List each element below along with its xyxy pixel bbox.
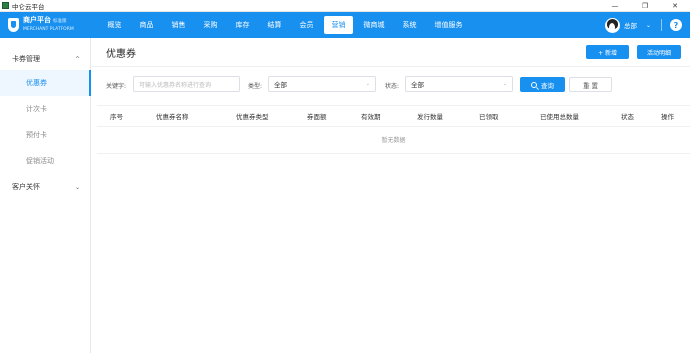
status-select-value: 全部 (411, 81, 424, 89)
avatar[interactable] (604, 17, 620, 33)
logo-version: 标准版 (53, 19, 67, 24)
nav-item-micro-mall[interactable]: 微商城 (356, 16, 392, 34)
divider (661, 19, 662, 31)
chevron-down-icon: ⌄ (74, 183, 80, 191)
column-header-index: 序号 (110, 113, 123, 121)
maximize-button[interactable]: ❐ (630, 0, 660, 12)
minimize-button[interactable]: — (600, 0, 630, 12)
page-title: 优惠券 (106, 49, 136, 60)
column-header-face-value: 券面额 (307, 113, 327, 121)
nav-item-settlement[interactable]: 结算 (260, 16, 289, 34)
column-header-coupon-name: 优惠券名称 (156, 113, 189, 121)
sidebar-group-label: 客户关怀 (12, 183, 40, 191)
column-header-issued-quantity: 发行数量 (417, 113, 443, 121)
sidebar-group-customer-care[interactable]: 客户关怀 ⌄ (0, 176, 90, 198)
chevron-up-icon: ^ (74, 55, 80, 63)
sidebar-item-prepaid-card[interactable]: 预付卡 (0, 122, 90, 148)
type-select-value: 全部 (274, 81, 287, 89)
sidebar-group-label: 卡券管理 (12, 55, 40, 63)
logo-subtitle: MERCHANT PLATFORM (23, 27, 74, 32)
nav-item-value-added[interactable]: 增值服务 (427, 16, 470, 34)
user-name[interactable]: 总部 (624, 20, 637, 30)
divider (91, 66, 690, 67)
window-title: 中仑云平台 (12, 2, 45, 11)
logo[interactable]: 商户平台 标准版 MERCHANT PLATFORM (8, 16, 74, 34)
type-label: 类型: (248, 83, 263, 90)
shield-logo-icon (8, 18, 19, 32)
table-empty-state: 暂无数据 (97, 127, 690, 154)
sidebar-item-coupons[interactable]: 优惠券 (0, 70, 91, 96)
window-titlebar: 中仑云平台 — ❐ ✕ (0, 0, 690, 12)
reset-button[interactable]: 重 置 (569, 77, 612, 92)
app-icon (2, 2, 9, 9)
sidebar-item-label: 促销活动 (26, 157, 54, 165)
window-controls: — ❐ ✕ (600, 0, 690, 12)
close-button[interactable]: ✕ (660, 0, 690, 12)
sidebar: 卡券管理 ^ 优惠券 计次卡 预付卡 促销活动 客户关怀 ⌄ (0, 38, 91, 353)
sidebar-item-label: 预付卡 (26, 131, 47, 139)
column-header-validity: 有效期 (361, 113, 381, 121)
column-header-actions: 操作 (661, 113, 674, 121)
activity-details-button[interactable]: 活动明细 (637, 45, 681, 59)
help-icon[interactable]: ? (670, 19, 682, 31)
table-header: 序号 优惠券名称 优惠券类型 券面额 有效期 发行数量 已领取 已使用总数量 状… (97, 105, 690, 127)
chevron-down-icon: ⌄ (502, 81, 507, 87)
type-select[interactable]: 全部 ⌄ (268, 76, 376, 92)
user-menu[interactable]: 总部 ⌄ ? (604, 12, 690, 38)
nav-item-system[interactable]: 系统 (395, 16, 424, 34)
sidebar-item-label: 计次卡 (26, 105, 47, 113)
logo-text: 商户平台 标准版 MERCHANT PLATFORM (23, 16, 74, 34)
status-label: 状态: (385, 83, 400, 90)
nav-item-products[interactable]: 商品 (132, 16, 161, 34)
keyword-label: 关键字: (106, 83, 127, 90)
sidebar-item-label: 优惠券 (26, 79, 47, 87)
sidebar-item-count-card[interactable]: 计次卡 (0, 96, 90, 122)
nav-item-members[interactable]: 会员 (292, 16, 321, 34)
keyword-input[interactable]: 可输入优惠券名称进行查询 (133, 76, 240, 92)
add-button[interactable]: + 新增 (586, 45, 629, 59)
status-select[interactable]: 全部 ⌄ (405, 76, 513, 92)
search-button-label: 查询 (541, 81, 554, 90)
main-nav: 概览 商品 销售 采购 库存 结算 会员 营销 微商城 系统 增值服务 (100, 12, 473, 38)
sidebar-item-promotions[interactable]: 促销活动 (0, 148, 90, 174)
column-header-used-total: 已使用总数量 (540, 113, 579, 121)
chevron-down-icon: ⌄ (365, 81, 370, 87)
nav-item-sales[interactable]: 销售 (164, 16, 193, 34)
sidebar-group-coupon-management[interactable]: 卡券管理 ^ (0, 48, 90, 70)
nav-item-purchase[interactable]: 采购 (196, 16, 225, 34)
nav-item-marketing[interactable]: 营销 (324, 16, 353, 34)
search-button[interactable]: 查询 (520, 77, 565, 92)
nav-item-overview[interactable]: 概览 (100, 16, 129, 34)
logo-name: 商户平台 (23, 16, 51, 24)
column-header-claimed: 已领取 (479, 113, 499, 121)
column-header-status: 状态 (621, 113, 634, 121)
nav-item-inventory[interactable]: 库存 (228, 16, 257, 34)
column-header-coupon-type: 优惠券类型 (236, 113, 269, 121)
search-icon (531, 81, 537, 88)
chevron-down-icon[interactable]: ⌄ (646, 22, 651, 29)
top-navbar: 商户平台 标准版 MERCHANT PLATFORM 概览 商品 销售 采购 库存… (0, 12, 690, 38)
